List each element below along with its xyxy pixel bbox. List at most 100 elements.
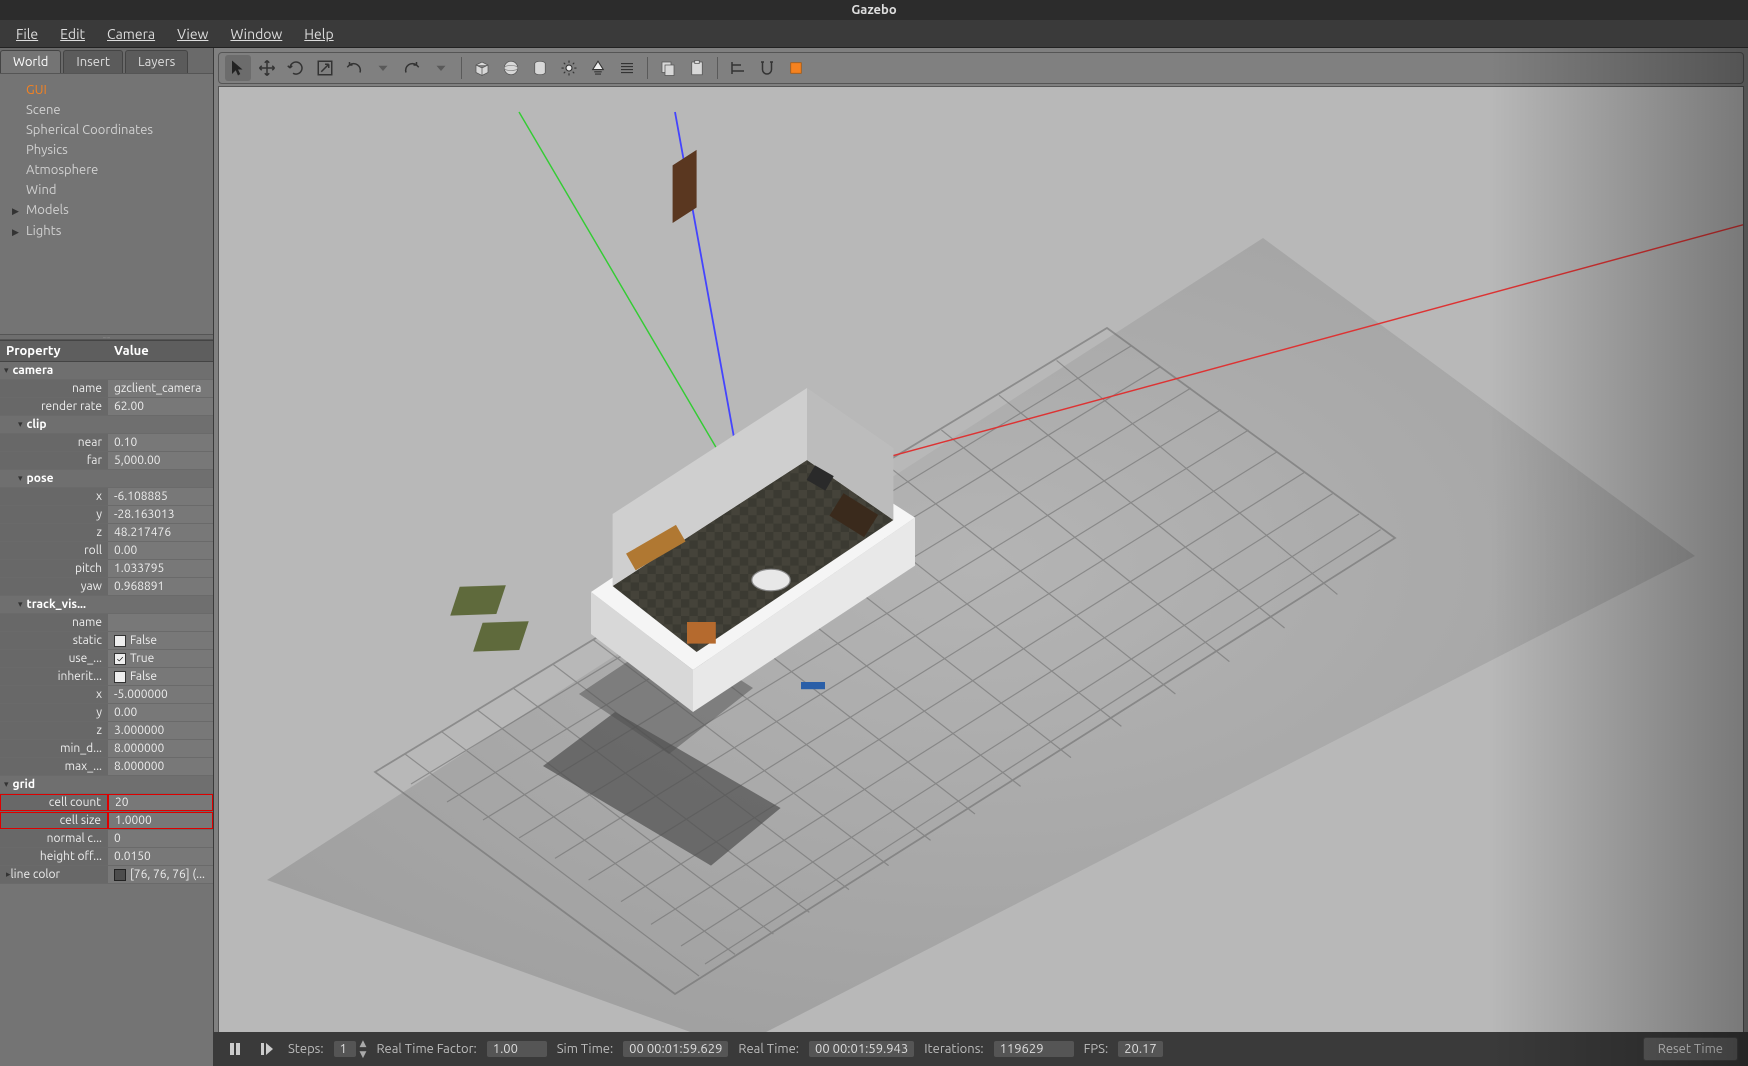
steps-value[interactable]: 1 [334,1041,356,1057]
iterations-value: 119629 [994,1041,1074,1057]
menu-file[interactable]: File [6,22,48,46]
toolbar-separator [461,57,462,79]
prop-key-use-: use_... [0,650,108,667]
prop-value-render-rate[interactable]: 62.00 [108,398,213,415]
tool-sphere-icon[interactable] [498,55,524,81]
prop-value-z[interactable]: 3.000000 [108,722,213,739]
prop-value-x[interactable]: -5.000000 [108,686,213,703]
rtf-label: Real Time Factor: [376,1042,476,1056]
sidebar-tabs: World Insert Layers [0,48,213,74]
tree-item-wind[interactable]: Wind [8,180,205,200]
tool-undo-dropdown[interactable] [370,55,396,81]
prop-section-grid[interactable]: grid [0,776,213,793]
tool-translate-icon[interactable] [254,55,280,81]
prop-key-max-: max_... [0,758,108,775]
checkbox-icon[interactable] [114,671,126,683]
prop-key-pitch: pitch [0,560,108,577]
steps-spinner[interactable]: ▲▼ [360,1038,367,1060]
prop-value-use-[interactable]: ✓True [108,650,213,667]
main-area [214,48,1748,1066]
rtf-value: 1.00 [487,1041,547,1057]
prop-key-far: far [0,452,108,469]
step-button-icon[interactable] [256,1038,278,1060]
steps-label: Steps: [288,1042,324,1056]
tree-item-scene[interactable]: Scene [8,100,205,120]
menu-view[interactable]: View [167,22,218,46]
tree-item-spherical-coordinates[interactable]: Spherical Coordinates [8,120,205,140]
prop-value-z[interactable]: 48.217476 [108,524,213,541]
prop-section-camera[interactable]: camera [0,362,213,379]
tool-light-spot-icon[interactable] [585,55,611,81]
tree-item-physics[interactable]: Physics [8,140,205,160]
prop-value-name[interactable] [108,614,213,631]
tool-view-icon[interactable] [783,55,809,81]
tool-light-point-icon[interactable] [556,55,582,81]
prop-value-near[interactable]: 0.10 [108,434,213,451]
prop-key-z: z [0,524,108,541]
tool-rotate-icon[interactable] [283,55,309,81]
workspace: World Insert Layers GUISceneSpherical Co… [0,48,1748,1066]
tool-light-directional-icon[interactable] [614,55,640,81]
prop-key-height-off-: height off... [0,848,108,865]
prop-value-x[interactable]: -6.108885 [108,488,213,505]
reset-time-button[interactable]: Reset Time [1643,1037,1738,1061]
menu-camera[interactable]: Camera [97,22,165,46]
color-swatch[interactable] [114,869,126,881]
prop-key-name: name [0,614,108,631]
checkbox-icon[interactable]: ✓ [114,653,126,665]
tool-copy-icon[interactable] [655,55,681,81]
3d-viewport[interactable] [218,86,1744,1062]
tool-paste-icon[interactable] [684,55,710,81]
menu-help[interactable]: Help [294,22,343,46]
prop-section-clip[interactable]: clip [0,416,213,433]
prop-section-track-vis-[interactable]: track_vis... [0,596,213,613]
prop-value-y[interactable]: -28.163013 [108,506,213,523]
tool-cylinder-icon[interactable] [527,55,553,81]
prop-value-roll[interactable]: 0.00 [108,542,213,559]
prop-value-max-[interactable]: 8.000000 [108,758,213,775]
prop-value-y[interactable]: 0.00 [108,704,213,721]
tool-redo-dropdown[interactable] [428,55,454,81]
tree-item-lights[interactable]: Lights [8,221,205,242]
toolbar-separator [647,57,648,79]
tool-select-icon[interactable] [225,55,251,81]
left-panel: World Insert Layers GUISceneSpherical Co… [0,48,214,1066]
menu-edit[interactable]: Edit [50,22,95,46]
property-header-prop: Property [0,344,108,358]
checkbox-icon[interactable] [114,635,126,647]
tree-item-models[interactable]: Models [8,200,205,221]
prop-value-yaw[interactable]: 0.968891 [108,578,213,595]
tab-insert[interactable]: Insert [63,50,123,73]
prop-value-cell-size[interactable]: 1.0000 [108,812,213,829]
prop-key-inherit-: inherit... [0,668,108,685]
prop-value-static[interactable]: False [108,632,213,649]
prop-value-line-color[interactable]: [76, 76, 76] (... [108,866,213,883]
prop-value-name[interactable]: gzclient_camera [108,380,213,397]
prop-value-cell-count[interactable]: 20 [108,794,213,811]
prop-key-x: x [0,686,108,703]
tool-scale-icon[interactable] [312,55,338,81]
tree-item-atmosphere[interactable]: Atmosphere [8,160,205,180]
prop-section-pose[interactable]: pose [0,470,213,487]
pause-button-icon[interactable] [224,1038,246,1060]
realtime-label: Real Time: [738,1042,799,1056]
tab-layers[interactable]: Layers [125,50,188,73]
prop-value-pitch[interactable]: 1.033795 [108,560,213,577]
menu-window[interactable]: Window [220,22,292,46]
tool-undo-icon[interactable] [341,55,367,81]
world-tree[interactable]: GUISceneSpherical CoordinatesPhysicsAtmo… [0,74,213,334]
prop-value-height-off-[interactable]: 0.0150 [108,848,213,865]
tab-world[interactable]: World [0,50,61,73]
prop-key-normal-c-: normal c... [0,830,108,847]
tool-align-icon[interactable] [725,55,751,81]
tool-box-icon[interactable] [469,55,495,81]
prop-key-min-d-: min_d... [0,740,108,757]
property-header: Property Value [0,340,213,362]
prop-value-far[interactable]: 5,000.00 [108,452,213,469]
tool-redo-icon[interactable] [399,55,425,81]
prop-value-inherit-[interactable]: False [108,668,213,685]
prop-value-min-d-[interactable]: 8.000000 [108,740,213,757]
tree-item-gui[interactable]: GUI [8,80,205,100]
tool-snap-icon[interactable] [754,55,780,81]
prop-value-normal-c-[interactable]: 0 [108,830,213,847]
